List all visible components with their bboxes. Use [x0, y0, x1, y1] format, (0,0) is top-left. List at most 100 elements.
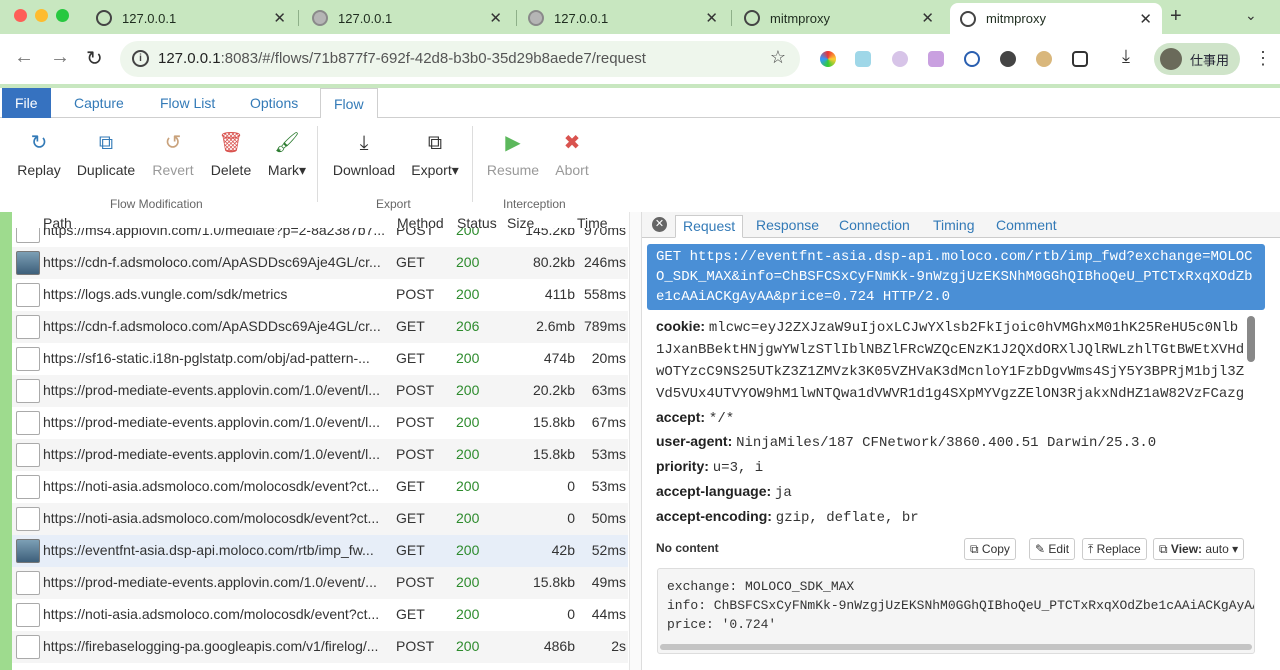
edit-button[interactable]: ✎ Edit — [1029, 538, 1076, 560]
flow-row[interactable]: https://prod-mediate-events.applovin.com… — [12, 439, 628, 471]
extension-translate-icon[interactable] — [928, 51, 944, 67]
flow-time: 49ms — [591, 574, 626, 590]
bookmark-star-icon[interactable]: ☆ — [770, 47, 786, 68]
flow-row[interactable]: https://prod-mediate-events.applovin.com… — [12, 567, 628, 599]
header-cookie[interactable]: cookie: mlcwc=eyJ2ZXJzaW9uIjoxLCJwYXlsb2… — [656, 316, 1246, 406]
revert-button[interactable]: ↺ Revert — [150, 130, 196, 178]
zoom-window-button[interactable] — [56, 9, 69, 22]
extension-tile-icon[interactable] — [855, 51, 871, 67]
address-bar[interactable]: i 127.0.0.1:8083/#/flows/71b877f7-692f-4… — [120, 41, 800, 77]
flow-row[interactable]: https://noti-asia.adsmoloco.com/molocosd… — [12, 599, 628, 631]
flow-row[interactable]: https://logs.ads.vungle.com/sdk/metrics P… — [12, 279, 628, 311]
tab-request[interactable]: Request — [675, 215, 744, 238]
tab-flow-list[interactable]: Flow List — [147, 88, 228, 118]
abort-label: Abort — [555, 162, 589, 178]
replay-label: Replay — [17, 162, 61, 178]
flow-size: 15.8kb — [532, 446, 575, 462]
browser-tab-4[interactable]: mitmproxy ✕ — [734, 4, 944, 32]
tab-timing[interactable]: Timing — [926, 215, 982, 238]
profile-chip[interactable]: 仕事用 — [1154, 43, 1240, 75]
close-tab-icon[interactable]: ✕ — [273, 9, 286, 27]
flow-time: 53ms — [591, 478, 626, 494]
tab-search-chevron-icon[interactable]: ⌄ — [1245, 7, 1257, 24]
cookie-scrollbar[interactable] — [1247, 316, 1255, 362]
tab-response[interactable]: Response — [749, 215, 826, 238]
extension-password-icon[interactable] — [964, 51, 980, 67]
extension-face-icon[interactable] — [892, 51, 908, 67]
browser-tab-2[interactable]: 127.0.0.1 ✕ — [302, 4, 512, 32]
browser-menu-kebab-icon[interactable]: ⋮ — [1254, 48, 1272, 69]
view-mode-dropdown[interactable]: ⧉ View: auto ▾ — [1153, 538, 1245, 560]
browser-tab-5-active[interactable]: mitmproxy ✕ — [950, 3, 1162, 34]
request-body-view[interactable]: exchange: MOLOCO_SDK_MAX info: ChBSFCSxCy… — [657, 568, 1255, 654]
extension-color-icon[interactable] — [820, 51, 836, 67]
close-window-button[interactable] — [14, 9, 27, 22]
header-user-agent[interactable]: user-agent: NinjaMiles/187 CFNetwork/386… — [656, 433, 1156, 451]
download-button[interactable]: ⤓ Download — [330, 130, 398, 178]
header-value: ja — [775, 485, 792, 501]
flow-row[interactable]: https://noti-asia.adsmoloco.com/molocosd… — [12, 503, 628, 535]
duplicate-button[interactable]: ⧉ Duplicate — [74, 130, 138, 178]
flow-status: 200 — [456, 228, 480, 238]
extensions-puzzle-icon[interactable] — [1072, 51, 1088, 67]
flow-path: https://ms4.applovin.com/1.0/mediate?p=2… — [43, 228, 386, 238]
tab-connection[interactable]: Connection — [832, 215, 917, 238]
reload-icon[interactable]: ↻ — [86, 46, 103, 71]
minimize-window-button[interactable] — [35, 9, 48, 22]
flow-row[interactable]: https://noti-asia.adsmoloco.com/molocosd… — [12, 471, 628, 503]
flow-time: 246ms — [583, 254, 626, 270]
header-priority[interactable]: priority: u=3, i — [656, 458, 763, 476]
flow-path: https://logs.ads.vungle.com/sdk/metrics — [43, 286, 288, 302]
document-file-icon — [16, 571, 40, 595]
replay-button[interactable]: ↻ Replay — [16, 130, 62, 178]
export-button[interactable]: ⧉ Export▾ — [410, 130, 460, 179]
flow-row[interactable]: https://prod-mediate-events.applovin.com… — [12, 407, 628, 439]
tab-options[interactable]: Options — [237, 88, 311, 118]
flow-row[interactable]: https://cdn-f.adsmoloco.com/ApASDDsc69Aj… — [12, 311, 628, 343]
close-tab-icon[interactable]: ✕ — [921, 9, 934, 27]
flow-list-scrollbar[interactable] — [629, 212, 641, 670]
browser-tab-3[interactable]: 127.0.0.1 ✕ — [518, 4, 728, 32]
tab-capture[interactable]: Capture — [61, 88, 137, 118]
tab-flow[interactable]: Flow — [320, 88, 378, 119]
replace-button[interactable]: ⤒ Replace — [1082, 538, 1147, 560]
document-file-icon — [16, 315, 40, 339]
document-file-icon — [16, 603, 40, 627]
new-tab-plus-icon[interactable]: + — [1170, 5, 1182, 28]
header-accept[interactable]: accept: */* — [656, 409, 734, 427]
delete-button[interactable]: 🗑 Delete — [208, 130, 254, 178]
close-tab-icon[interactable]: ✕ — [1139, 10, 1152, 28]
extension-gear-icon[interactable] — [1000, 51, 1016, 67]
back-arrow-icon[interactable]: ← — [14, 46, 34, 69]
forward-arrow-icon[interactable]: → — [50, 46, 70, 69]
tab-file[interactable]: File — [2, 88, 51, 118]
download-icon[interactable]: ⤓ — [1122, 46, 1130, 67]
view-icon: ⧉ — [1159, 542, 1168, 556]
browser-tab-1[interactable]: 127.0.0.1 ✕ — [86, 4, 296, 32]
flow-size: 0 — [567, 606, 575, 622]
resume-button[interactable]: ▶ Resume — [486, 130, 540, 178]
close-tab-icon[interactable]: ✕ — [705, 9, 718, 27]
tab-strip: 127.0.0.1 ✕ 127.0.0.1 ✕ 127.0.0.1 ✕ mitm… — [0, 0, 1280, 34]
flow-row[interactable]: https://ms4.applovin.com/1.0/mediate?p=2… — [12, 228, 628, 247]
tab-comment[interactable]: Comment — [989, 215, 1064, 238]
avatar — [1160, 48, 1182, 70]
body-horizontal-scrollbar[interactable] — [660, 644, 1252, 650]
abort-button[interactable]: ✖ Abort — [552, 130, 592, 178]
header-accept-encoding[interactable]: accept-encoding: gzip, deflate, br — [656, 508, 919, 526]
body-line: price: '0.724' — [667, 617, 777, 632]
site-info-icon[interactable]: i — [132, 50, 149, 67]
flow-row[interactable]: https://sf16-static.i18n-pglstatp.com/ob… — [12, 343, 628, 375]
flow-row[interactable]: https://firebaselogging-pa.googleapis.co… — [12, 631, 628, 663]
flow-row[interactable]: https://cdn-f.adsmoloco.com/ApASDDsc69Aj… — [12, 247, 628, 279]
close-detail-icon[interactable]: ✕ — [652, 217, 667, 232]
url-text[interactable]: 127.0.0.1:8083/#/flows/71b877f7-692f-42d… — [158, 50, 646, 67]
request-line[interactable]: GET https://eventfnt-asia.dsp-api.moloco… — [647, 244, 1265, 310]
close-tab-icon[interactable]: ✕ — [489, 9, 502, 27]
extension-cookie-icon[interactable] — [1036, 51, 1052, 67]
flow-row[interactable]: https://eventfnt-asia.dsp-api.moloco.com… — [12, 535, 628, 567]
mark-button[interactable]: 🖌 Mark▾ — [264, 130, 310, 179]
flow-row[interactable]: https://prod-mediate-events.applovin.com… — [12, 375, 628, 407]
copy-button[interactable]: ⧉ Copy — [964, 538, 1016, 560]
header-accept-language[interactable]: accept-language: ja — [656, 483, 792, 501]
